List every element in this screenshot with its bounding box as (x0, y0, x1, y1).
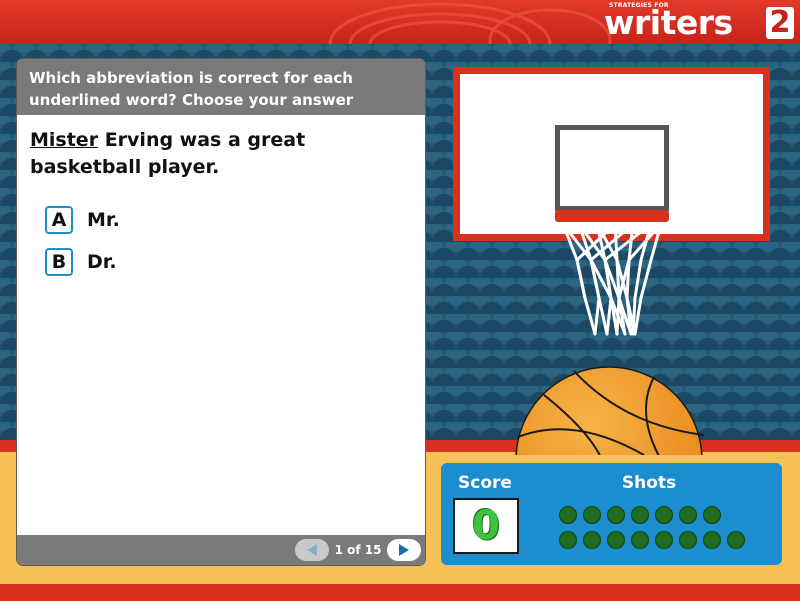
answer-option-a[interactable]: A Mr. (45, 206, 245, 236)
score-label: Score (458, 473, 512, 493)
shot-dot (703, 531, 721, 549)
shot-dot (679, 506, 697, 524)
shots-label: Shots (621, 473, 677, 493)
instructions-text: Which abbreviation is correct for each u… (17, 59, 425, 131)
app-logo: STRATEGIES FOR writers 2 (604, 2, 794, 42)
page-counter: 1 of 15 (334, 543, 382, 557)
question-panel: Which abbreviation is correct for each u… (17, 59, 425, 565)
backboard-target (555, 125, 669, 211)
shots-indicator (559, 506, 745, 549)
shot-dot (655, 506, 673, 524)
shot-dot (679, 531, 697, 549)
shot-dot (631, 531, 649, 549)
shot-dot (655, 531, 673, 549)
triangle-right-icon (399, 544, 409, 556)
shot-dot (559, 506, 577, 524)
shot-dot (727, 531, 745, 549)
logo-wordmark: writers (604, 3, 733, 42)
court-bottom-stripe (0, 584, 800, 601)
shot-dot (583, 506, 601, 524)
shot-dot (583, 531, 601, 549)
answer-text[interactable]: Dr. (87, 250, 117, 274)
scoreboard: Score 0 Shots (441, 463, 782, 565)
answer-letter-box[interactable]: B (45, 248, 73, 276)
triangle-left-icon (307, 544, 317, 556)
answer-letter-box[interactable]: A (45, 206, 73, 234)
shot-dot (631, 506, 649, 524)
basketball (515, 366, 704, 455)
next-button[interactable] (387, 539, 421, 561)
underlined-word: Mister (30, 129, 99, 151)
shot-dot (703, 506, 721, 524)
answer-text[interactable]: Mr. (87, 208, 120, 232)
hoop-net (561, 222, 663, 336)
shot-dot (607, 506, 625, 524)
top-banner: STRATEGIES FOR writers 2 (0, 0, 800, 44)
question-text: Mister Erving was a great basketball pla… (30, 127, 415, 181)
score-value: 0 (453, 498, 519, 554)
shot-dot (607, 531, 625, 549)
previous-button[interactable] (295, 539, 329, 561)
logo-number: 2 (766, 7, 794, 39)
answer-option-b[interactable]: B Dr. (45, 248, 245, 278)
shot-dot (559, 531, 577, 549)
pagination-bar: 1 of 15 (17, 535, 425, 565)
